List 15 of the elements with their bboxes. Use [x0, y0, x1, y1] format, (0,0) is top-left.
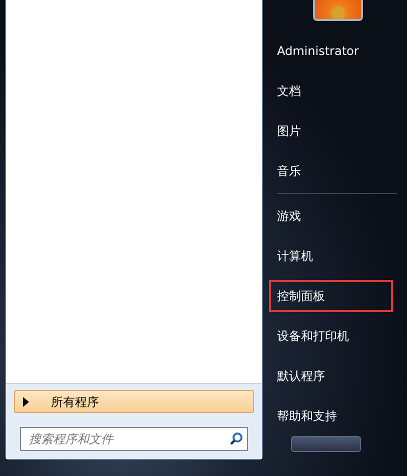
search-field[interactable]: 搜索程序和文件 [20, 427, 248, 451]
menu-item[interactable]: 游戏 [271, 202, 391, 230]
menu-item[interactable]: 默认程序 [271, 362, 391, 390]
triangle-icon [23, 396, 29, 406]
user-name-link[interactable]: Administrator [271, 36, 391, 65]
menu-item[interactable]: 设备和打印机 [271, 322, 391, 350]
search-icon [230, 432, 243, 445]
menu-item[interactable]: 音乐 [271, 156, 391, 185]
all-programs-item[interactable]: 所有程序 [14, 390, 254, 413]
menu-item[interactable]: 控制面板 [271, 282, 391, 310]
menu-item[interactable]: 图片 [271, 116, 391, 145]
menu-item[interactable]: 计算机 [271, 242, 391, 270]
menu-item[interactable]: 文档 [271, 76, 391, 105]
menu-item[interactable]: 帮助和支持 [271, 402, 391, 430]
shutdown-button[interactable] [291, 436, 361, 452]
